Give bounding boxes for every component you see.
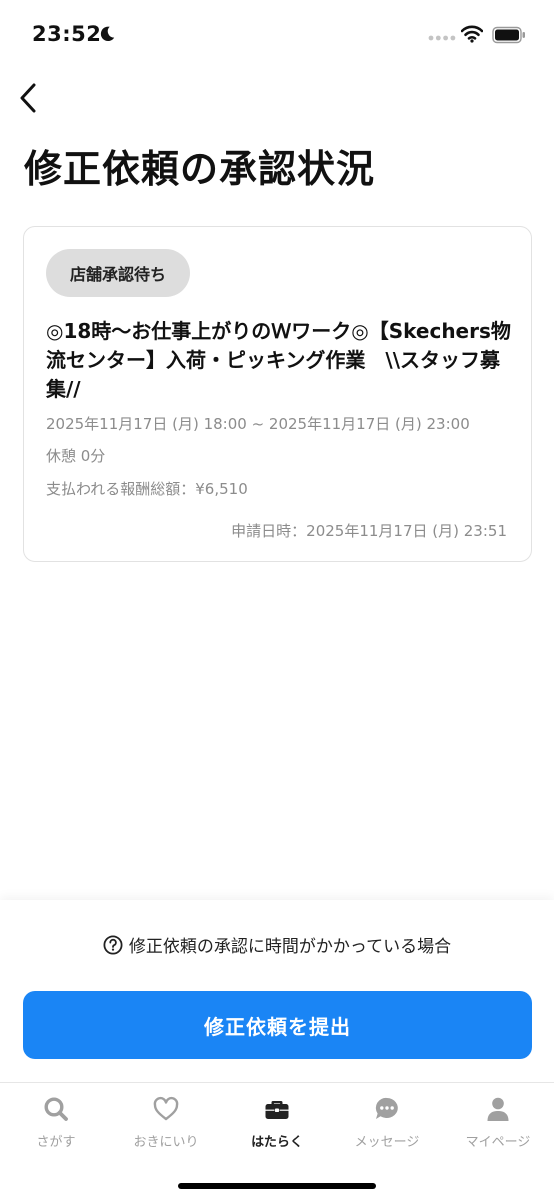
chevron-left-icon bbox=[20, 83, 36, 113]
question-circle-icon bbox=[103, 934, 123, 955]
tab-work[interactable]: はたらく bbox=[222, 1095, 332, 1159]
break-time: 休憩 0分 bbox=[46, 447, 106, 465]
tab-label: おきにいり bbox=[133, 1135, 199, 1150]
total-pay: 支払われる報酬総額：¥6,510 bbox=[46, 480, 248, 498]
person-icon bbox=[487, 1097, 509, 1121]
battery-icon bbox=[492, 26, 525, 44]
tab-search[interactable]: さがす bbox=[1, 1095, 111, 1159]
job-title: ◎18時〜お仕事上がりのＷワーク◎【Skechers物流センター】入荷・ピッキン… bbox=[46, 319, 511, 401]
search-icon bbox=[44, 1097, 68, 1121]
applied-at: 申請日時：2025年11月17日 (月) 23:51 bbox=[231, 522, 507, 540]
help-link-label: 修正依頼の承認に時間がかかっている場合 bbox=[128, 937, 452, 957]
chat-icon bbox=[375, 1097, 398, 1119]
heart-icon bbox=[153, 1096, 179, 1121]
tab-messages[interactable]: メッセージ bbox=[332, 1095, 442, 1159]
back-button[interactable] bbox=[8, 78, 48, 118]
status-badge: 店舗承認待ち bbox=[46, 249, 191, 297]
briefcase-icon bbox=[265, 1101, 289, 1119]
tab-label: メッセージ bbox=[354, 1135, 420, 1150]
work-datetime: 2025年11月17日 (月) 18:00 ~ 2025年11月17日 (月) … bbox=[46, 415, 470, 433]
submit-correction-button[interactable]: 修正依頼を提出 bbox=[23, 991, 532, 1059]
status-time: 23:52 bbox=[32, 22, 102, 46]
page-title: 修正依頼の承認状況 bbox=[24, 147, 376, 191]
screen: 23:52 修正依頼の承認状況 店舗承認待ち ◎18時〜お仕事上がりのＷワーク◎… bbox=[0, 0, 554, 1200]
tab-label: さがす bbox=[36, 1135, 76, 1150]
tab-mypage[interactable]: マイページ bbox=[443, 1095, 553, 1159]
request-card[interactable]: 店舗承認待ち ◎18時〜お仕事上がりのＷワーク◎【Skechers物流センター】… bbox=[23, 226, 532, 562]
tab-label: マイページ bbox=[465, 1135, 531, 1150]
help-link[interactable]: 修正依頼の承認に時間がかかっている場合 bbox=[0, 932, 554, 957]
bottom-action-area: 修正依頼の承認に時間がかかっている場合 修正依頼を提出 bbox=[0, 900, 554, 1082]
signal-icon bbox=[428, 35, 456, 41]
tab-bar: さがす おきにいり はたらく メッセージ マイページ bbox=[0, 1082, 554, 1200]
tab-favorites[interactable]: おきにいり bbox=[111, 1095, 221, 1159]
tab-label: はたらく bbox=[251, 1135, 303, 1150]
moon-icon bbox=[100, 26, 115, 42]
wifi-icon bbox=[461, 25, 483, 43]
status-bar: 23:52 bbox=[0, 0, 554, 70]
home-indicator bbox=[178, 1183, 376, 1189]
